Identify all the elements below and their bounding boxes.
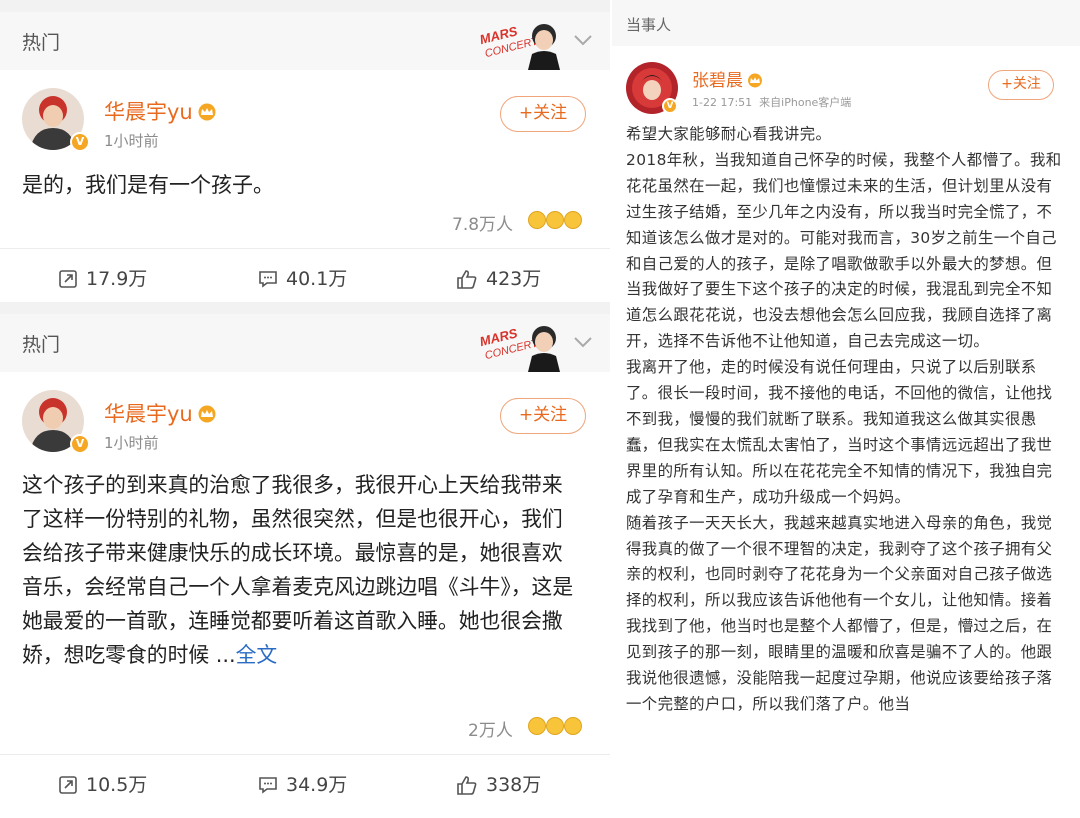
- post-content: 希望大家能够耐心看我讲完。 2018年秋，当我知道自己怀孕的时候，我整个人都懵了…: [626, 122, 1066, 718]
- chevron-down-icon[interactable]: [572, 334, 594, 350]
- post-card: V 华晨宇yu 1小时前 +关注 是的，我们是有一个孩子。 7.8万人 17.9…: [0, 70, 610, 302]
- card-header-hot: 热门 MARS CONCERT: [0, 314, 610, 372]
- verified-badge-icon: V: [662, 98, 678, 114]
- username[interactable]: 华晨宇yu: [104, 398, 218, 428]
- section-label: 热门: [22, 334, 61, 356]
- post-content-text: 这个孩子的到来真的治愈了我很多，我很开心上天给我带来了这样一份特别的礼物，虽然很…: [22, 473, 574, 667]
- reaction-emoji-icon: [546, 717, 564, 735]
- vip-crown-icon: [748, 73, 762, 88]
- follow-button[interactable]: +关注: [500, 96, 586, 132]
- username-text[interactable]: 华晨宇yu: [104, 100, 193, 124]
- comment-icon: [259, 271, 277, 288]
- repost-count: 17.9万: [86, 268, 148, 290]
- post-content: 是的，我们是有一个孩子。: [22, 173, 274, 197]
- vip-crown-icon: [198, 103, 216, 121]
- follow-button[interactable]: +关注: [988, 70, 1054, 100]
- post-time: 1小时前: [104, 434, 159, 452]
- repost-icon: [59, 270, 77, 288]
- divider: [0, 248, 610, 249]
- reaction-emoji-icon: [528, 717, 546, 735]
- reaction-emoji-icon: [564, 717, 582, 735]
- section-label: 当事人: [626, 16, 672, 34]
- reaction-emoji-icon: [546, 211, 564, 229]
- like-button[interactable]: 338万: [456, 770, 541, 797]
- post-meta: 1-22 17:51 来自iPhone客户端: [692, 94, 851, 110]
- post-paragraph: 我离开了他，走的时候没有说任何理由，只说了以后别联系了。很长一段时间，我不接他的…: [626, 358, 1053, 506]
- vip-crown-icon: [198, 405, 216, 423]
- topic-banner-image[interactable]: MARS CONCERT: [478, 18, 570, 70]
- topic-banner-image[interactable]: MARS CONCERT: [478, 320, 570, 372]
- post-paragraph: 希望大家能够耐心看我讲完。: [626, 125, 832, 143]
- comment-button[interactable]: 40.1万: [258, 264, 347, 291]
- reaction-emoji-icon: [528, 211, 546, 229]
- verified-badge-icon: V: [70, 434, 90, 454]
- repost-count: 10.5万: [86, 774, 148, 796]
- left-column: 热门 MARS CONCERT V 华晨宇yu 1小时前 +关注 是的，我们是有…: [0, 0, 610, 818]
- comment-count: 40.1万: [286, 268, 348, 290]
- post-time: 1-22 17:51: [692, 96, 753, 109]
- post-card: V 华晨宇yu 1小时前 +关注 这个孩子的到来真的治愈了我很多，我很开心上天给…: [0, 372, 610, 818]
- username-text[interactable]: 华晨宇yu: [104, 402, 193, 426]
- post-time: 1小时前: [104, 132, 159, 150]
- reaction-count[interactable]: 2万人: [468, 716, 513, 741]
- like-count: 338万: [486, 774, 542, 796]
- repost-icon: [59, 776, 77, 794]
- card-header-hot: 热门 MARS CONCERT: [0, 12, 610, 70]
- repost-button[interactable]: 10.5万: [58, 770, 147, 797]
- username-text[interactable]: 张碧晨: [692, 71, 743, 91]
- read-more-link[interactable]: 全文: [236, 643, 278, 667]
- post-paragraph: 2018年秋，当我知道自己怀孕的时候，我整个人都懵了。我和花花虽然在一起，我们也…: [626, 150, 1062, 351]
- right-header: 当事人: [612, 0, 1080, 46]
- repost-button[interactable]: 17.9万: [58, 264, 147, 291]
- thumbs-up-icon: [457, 776, 477, 795]
- post-content: 这个孩子的到来真的治愈了我很多，我很开心上天给我带来了这样一份特别的礼物，虽然很…: [22, 468, 582, 672]
- comment-count: 34.9万: [286, 774, 348, 796]
- post-source: 来自iPhone客户端: [759, 96, 852, 109]
- comment-button[interactable]: 34.9万: [258, 770, 347, 797]
- reaction-emoji-icon: [564, 211, 582, 229]
- chevron-down-icon[interactable]: [572, 32, 594, 48]
- like-button[interactable]: 423万: [456, 264, 541, 291]
- right-column: 当事人 V 张碧晨 1-22 17:51 来自iPhone客户端 +关注 希望大…: [612, 0, 1080, 818]
- divider: [0, 754, 610, 755]
- follow-button[interactable]: +关注: [500, 398, 586, 434]
- username[interactable]: 华晨宇yu: [104, 96, 218, 126]
- username[interactable]: 张碧晨: [692, 66, 764, 91]
- thumbs-up-icon: [457, 270, 477, 289]
- verified-badge-icon: V: [70, 132, 90, 152]
- reaction-count[interactable]: 7.8万人: [452, 210, 513, 235]
- comment-icon: [259, 777, 277, 794]
- section-label: 热门: [22, 32, 61, 54]
- post-paragraph: 随着孩子一天天长大，我越来越真实地进入母亲的角色，我觉得我真的做了一个很不理智的…: [626, 513, 1053, 713]
- like-count: 423万: [486, 268, 542, 290]
